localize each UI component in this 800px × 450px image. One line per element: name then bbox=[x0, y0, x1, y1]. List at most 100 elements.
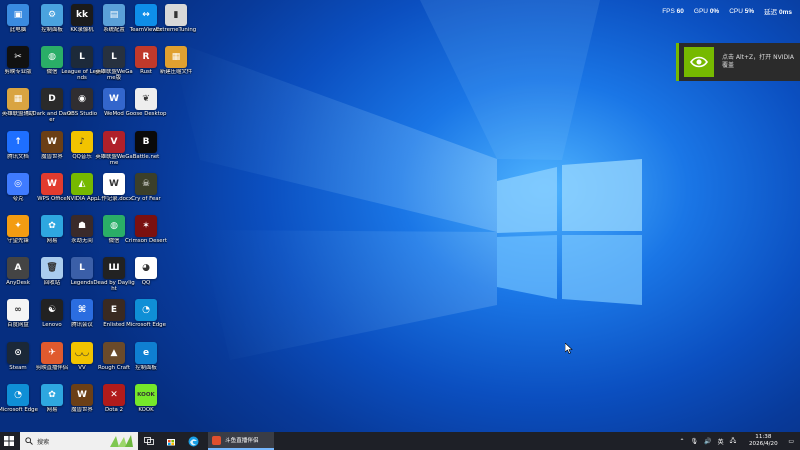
desktop-icon-image: L bbox=[71, 257, 93, 280]
taskbar-app-douyu[interactable]: 斗鱼直播伴侣 bbox=[208, 432, 274, 450]
performance-overlay: FPS 60 GPU 0% CPU 5% 延迟 0ms bbox=[654, 0, 800, 22]
taskbar-store-button[interactable] bbox=[160, 432, 182, 450]
edge-icon bbox=[188, 436, 198, 446]
fps-readout: FPS 60 bbox=[662, 7, 684, 15]
search-icon bbox=[25, 437, 33, 445]
taskbar-browser-button[interactable] bbox=[182, 432, 204, 450]
desktop-icon-image: ✿ bbox=[41, 383, 63, 406]
nvidia-notification[interactable]: 点击 Alt+Z，打开 NVIDIA 覆盖 bbox=[676, 43, 800, 81]
desktop-icon-image: W bbox=[103, 172, 125, 195]
taskbar-search-box[interactable]: 搜索 bbox=[20, 432, 138, 450]
desktop-icon[interactable]: ▦ 新建压缩文件 bbox=[155, 44, 197, 86]
volume-icon[interactable]: 🔊 bbox=[704, 438, 711, 445]
desktop-icon[interactable]: ◔ Microsoft Edge bbox=[125, 297, 167, 339]
desktop-icon-image: ☗ bbox=[71, 215, 93, 237]
desktop-icon-grid: ▣ 此电脑 ⚙ 控制面板 kk KK录像机 ▤ 系统配置 ↔ TeamViewer ▮ Extreme… bbox=[0, 0, 196, 432]
task-view-button[interactable] bbox=[138, 432, 160, 450]
search-highlight-icon bbox=[110, 435, 133, 447]
desktop-icon-image: ✕ bbox=[103, 383, 125, 406]
desktop-icon[interactable]: ✶ Crimson Desert bbox=[125, 213, 167, 255]
taskbar-app-label: 斗鱼直播伴侣 bbox=[225, 438, 259, 444]
desktop-icon-image: ⌘ bbox=[71, 299, 93, 322]
desktop-icon[interactable]: KOOK KOOK bbox=[125, 382, 167, 424]
desktop-icon-label: QQ bbox=[141, 280, 151, 287]
desktop-icon-image: e bbox=[135, 341, 157, 364]
desktop-icon-label: Goose Desktop bbox=[125, 111, 167, 118]
latency-readout: 延迟 0ms bbox=[764, 9, 792, 16]
desktop-icon-image: L bbox=[103, 46, 125, 69]
desktop-icon-label: 控制面板 bbox=[135, 364, 157, 371]
desktop-icon[interactable]: e 控制面板 bbox=[125, 340, 167, 382]
taskbar: 搜索 斗鱼直播伴侣 ⌃ 🎙 🔊 英 🖧 11:38 2026/4/20 ▭ bbox=[0, 432, 800, 450]
desktop-icon-label: Cry of Fear bbox=[131, 195, 161, 202]
desktop-icon-image: Ш bbox=[103, 257, 125, 280]
desktop-icon-image: V bbox=[103, 130, 125, 153]
system-tray: ⌃ 🎙 🔊 英 🖧 11:38 2026/4/20 ▭ bbox=[679, 432, 800, 450]
desktop-icon-image: ◕ bbox=[135, 257, 157, 280]
desktop-icon-label: ExtremeTuning bbox=[155, 27, 197, 33]
desktop-icon[interactable]: B Battle.net bbox=[125, 129, 167, 171]
desktop-icon-image: ☯ bbox=[41, 299, 63, 322]
desktop-icon-image: ◡◡ bbox=[71, 341, 93, 364]
desktop-icon[interactable]: ◕ QQ bbox=[125, 255, 167, 297]
microphone-icon[interactable]: 🎙 bbox=[691, 438, 699, 445]
nvidia-icon bbox=[684, 47, 714, 77]
desktop-icon-image: ▦ bbox=[7, 88, 29, 111]
desktop-icon-image: ◭ bbox=[71, 172, 93, 195]
start-button[interactable] bbox=[0, 432, 18, 450]
desktop-icon-image: ▣ bbox=[7, 4, 29, 26]
desktop-icon[interactable]: ▮ ExtremeTuning bbox=[155, 2, 197, 44]
desktop-icon-image: ☠ bbox=[135, 172, 157, 195]
windows-logo-wallpaper bbox=[497, 159, 642, 305]
desktop-icon-image: A bbox=[7, 257, 29, 280]
desktop-icon-image: ♪ bbox=[71, 130, 93, 153]
desktop-icon-image: ∞ bbox=[7, 299, 29, 322]
desktop-icon-image: kk bbox=[71, 4, 93, 26]
desktop-icon-label: Crimson Desert bbox=[125, 238, 167, 244]
mouse-cursor-icon bbox=[565, 343, 573, 354]
desktop-icon-label: KOOK bbox=[138, 406, 154, 413]
desktop-icon-image: E bbox=[103, 299, 125, 322]
desktop-icon-image: ◍ bbox=[103, 215, 125, 237]
desktop-icon-image: L bbox=[71, 46, 93, 69]
input-language-button[interactable]: 英 bbox=[718, 437, 724, 446]
desktop-icon-image: KOOK bbox=[135, 383, 157, 406]
desktop-icon-image: D bbox=[41, 88, 63, 111]
desktop-icon[interactable]: ❦ Goose Desktop bbox=[125, 86, 167, 128]
desktop-icon-image: ✿ bbox=[41, 215, 63, 237]
gpu-readout: GPU 0% bbox=[693, 7, 720, 15]
desktop-icon-image: ▲ bbox=[103, 341, 125, 364]
desktop-icon-image: W bbox=[41, 130, 63, 153]
douyu-app-icon bbox=[212, 435, 221, 445]
desktop-icon-image: ⚙ bbox=[41, 4, 63, 26]
task-view-icon bbox=[144, 437, 154, 445]
clock-time: 11:38 bbox=[755, 434, 772, 440]
desktop-icon-image: ◍ bbox=[41, 46, 63, 69]
desktop-icon-image: ▤ bbox=[103, 4, 125, 26]
desktop-icon-image: 🗑 bbox=[41, 257, 63, 280]
show-hidden-icons-button[interactable]: ⌃ bbox=[679, 438, 684, 445]
network-icon[interactable]: 🖧 bbox=[730, 436, 737, 446]
desktop-icon-image: W bbox=[41, 172, 63, 195]
desktop-icon-image: B bbox=[135, 130, 157, 153]
desktop-icon-image: ◉ bbox=[71, 88, 93, 111]
cpu-readout: CPU 5% bbox=[729, 7, 755, 15]
desktop-icon[interactable]: ☠ Cry of Fear bbox=[125, 171, 167, 213]
desktop-icon-label: Microsoft Edge bbox=[126, 322, 166, 329]
notification-center-button[interactable]: ▭ bbox=[788, 438, 794, 445]
search-placeholder: 搜索 bbox=[37, 438, 50, 446]
desktop-icon-image: ✈ bbox=[41, 341, 63, 364]
taskbar-clock[interactable]: 11:38 2026/4/20 bbox=[740, 434, 786, 448]
desktop-icon-image: ▮ bbox=[165, 4, 187, 26]
desktop-icon-image: ✦ bbox=[7, 215, 29, 237]
desktop-icon-label: 新建压缩文件 bbox=[159, 69, 193, 76]
desktop-icon-image: ↑ bbox=[7, 130, 29, 153]
notification-text: 点击 Alt+Z，打开 NVIDIA 覆盖 bbox=[722, 54, 794, 69]
desktop-icon-image: ◔ bbox=[7, 383, 29, 406]
desktop-icon-image: ⊙ bbox=[7, 341, 29, 364]
desktop-icon-image: ◔ bbox=[135, 299, 157, 322]
desktop-icon-image: ✶ bbox=[135, 215, 157, 237]
desktop-icon-image: ◎ bbox=[7, 172, 29, 195]
desktop-icon-image: ▦ bbox=[165, 46, 187, 69]
desktop-icon-image: W bbox=[103, 88, 125, 111]
